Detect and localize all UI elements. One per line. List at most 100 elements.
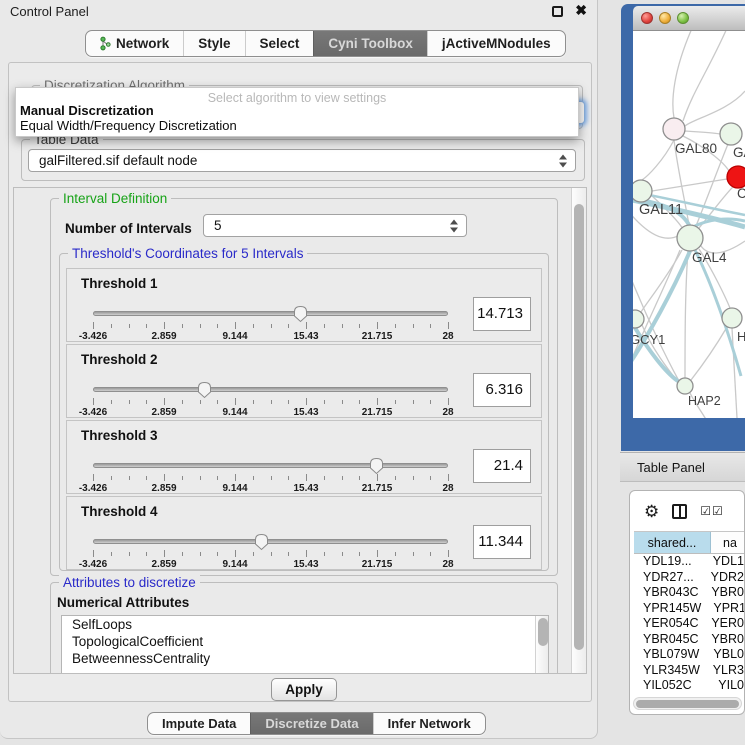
network-nodes[interactable]: GAL80GACGAL11GAL4GCY1HHAP2	[633, 118, 745, 408]
network-node[interactable]	[720, 123, 742, 145]
table-row[interactable]: YER054CYER0	[634, 616, 744, 632]
network-canvas[interactable]: GAL80GACGAL11GAL4GCY1HHAP2	[633, 31, 745, 418]
interval-definition-group: Interval Definition Number of Intervals …	[50, 198, 558, 576]
numerical-attributes-list[interactable]: SelfLoopsTopologicalCoefficientBetweenne…	[61, 615, 549, 674]
control-panel-tabbar: NetworkStyleSelectCyni ToolboxjActiveMNo…	[85, 30, 566, 57]
slider-thumb[interactable]	[254, 533, 269, 551]
table-row[interactable]: YLR345WYLR3	[634, 663, 744, 679]
network-graph: GAL80GACGAL11GAL4GCY1HHAP2	[633, 31, 745, 418]
table-row[interactable]: YIL052CYIL0	[634, 678, 744, 694]
interval-group-title: Interval Definition	[59, 191, 171, 206]
slider-track[interactable]	[93, 463, 448, 468]
gear-icon[interactable]: ⚙	[644, 503, 659, 520]
threshold-value-box[interactable]: 14.713	[473, 297, 531, 331]
threshold-slider[interactable]: -3.4262.8599.14415.4321.71528	[93, 533, 451, 571]
attributes-list-scrollbar[interactable]	[535, 616, 548, 674]
threshold-slider[interactable]: -3.4262.8599.14415.4321.71528	[93, 305, 451, 343]
dropdown-hint: Select algorithm to view settings	[16, 88, 578, 103]
scrollbar-thumb[interactable]	[538, 618, 548, 646]
node-label: GCY1	[633, 332, 665, 347]
tab-jactivemnodules[interactable]: jActiveMNodules	[427, 31, 565, 56]
slider-thumb[interactable]	[197, 381, 212, 399]
close-panel-icon[interactable]: ✖	[575, 2, 587, 19]
scrollbar-thumb[interactable]	[636, 700, 739, 708]
table-row[interactable]: YPR145WYPR1	[634, 601, 744, 617]
slider-thumb[interactable]	[369, 457, 384, 475]
tab-infer-network[interactable]: Infer Network	[373, 713, 485, 734]
table-panel-title: Table Panel	[637, 460, 705, 475]
threshold-value-box[interactable]: 11.344	[473, 525, 531, 559]
network-node[interactable]	[677, 378, 693, 394]
slider-ticks	[93, 322, 448, 330]
threshold-value-box[interactable]: 6.316	[473, 373, 531, 407]
minimize-traffic-light-icon[interactable]	[659, 12, 671, 24]
number-of-intervals-value: 5	[214, 218, 222, 233]
slider-thumb[interactable]	[293, 305, 308, 323]
split-columns-icon[interactable]	[672, 504, 687, 519]
network-node[interactable]	[727, 166, 745, 188]
table-data-combobox[interactable]: galFiltered.sif default node	[28, 149, 576, 172]
threshold-slider[interactable]: -3.4262.8599.14415.4321.71528	[93, 381, 451, 419]
slider-tick-labels: -3.4262.8599.14415.4321.71528	[93, 559, 448, 571]
threshold-box: Threshold 1-3.4262.8599.14415.4321.71528…	[66, 268, 542, 342]
apply-button[interactable]: Apply	[271, 678, 337, 701]
slider-track[interactable]	[93, 539, 448, 544]
tab-cyni-toolbox[interactable]: Cyni Toolbox	[313, 31, 427, 56]
table-panel-card: ⚙ ☑☑ shared... na YDL19...YDL1YDR27...YD…	[629, 490, 745, 715]
node-label: GAL4	[692, 250, 727, 265]
table-row[interactable]: YBR043CYBR0	[634, 585, 744, 601]
combo-arrows-icon	[559, 154, 568, 167]
close-traffic-light-icon[interactable]	[641, 12, 653, 24]
tab-select[interactable]: Select	[245, 31, 314, 56]
network-window-titlebar[interactable]	[633, 6, 745, 31]
dropdown-option-manual[interactable]: Manual Discretization	[16, 103, 578, 118]
numerical-attributes-label: Numerical Attributes	[57, 595, 189, 610]
table-header-row: shared... na	[634, 531, 744, 554]
attribute-list-item[interactable]: SelfLoops	[62, 617, 548, 633]
node-label: GA	[733, 145, 745, 160]
control-panel-titlebar: Control Panel ✖	[0, 0, 597, 22]
slider-tick-labels: -3.4262.8599.14415.4321.71528	[93, 483, 448, 495]
table-row[interactable]: YDL19...YDL1	[634, 554, 744, 570]
cyni-toolbox-panel: Discretization Algorithm Select algorith…	[8, 62, 592, 702]
float-panel-icon[interactable]	[552, 6, 563, 17]
column-header-shared-name[interactable]: shared...	[634, 532, 711, 553]
network-node[interactable]	[663, 118, 685, 140]
number-of-intervals-spinner[interactable]: 5	[203, 214, 467, 237]
table-row[interactable]: YBR045CYBR0	[634, 632, 744, 648]
column-header-name[interactable]: na	[711, 532, 744, 553]
threshold-box: Threshold 4 -3.4262.8599.14415.4321.71528…	[66, 496, 542, 570]
tab-network[interactable]: Network	[86, 31, 183, 56]
threshold-value-box[interactable]: 21.4	[473, 449, 531, 483]
table-horizontal-scrollbar[interactable]	[633, 697, 742, 710]
slider-track[interactable]	[93, 387, 448, 392]
table-panel-toolbar: ⚙ ☑☑	[630, 491, 744, 531]
attribute-list-item[interactable]: TopologicalCoefficient	[62, 634, 548, 650]
table-row[interactable]: YDR27...YDR2	[634, 570, 744, 586]
control-panel-window: Control Panel ✖ NetworkStyleSelectCyni T…	[0, 0, 598, 739]
threshold-label: Threshold 2	[81, 352, 158, 367]
network-node[interactable]	[722, 308, 742, 328]
dropdown-option-equal-width[interactable]: Equal Width/Frequency Discretization	[16, 118, 578, 133]
slider-track[interactable]	[93, 311, 448, 316]
threshold-box: Threshold 3-3.4262.8599.14415.4321.71528…	[66, 420, 542, 494]
algorithm-dropdown-popup: Select algorithm to view settings Manual…	[15, 87, 579, 137]
settings-vertical-scrollbar[interactable]	[571, 188, 586, 673]
zoom-traffic-light-icon[interactable]	[677, 12, 689, 24]
tab-discretize-data[interactable]: Discretize Data	[250, 713, 372, 734]
network-node[interactable]	[677, 225, 703, 251]
application-root: Control Panel ✖ NetworkStyleSelectCyni T…	[0, 0, 745, 745]
tab-impute-data[interactable]: Impute Data	[148, 713, 250, 734]
network-node[interactable]	[633, 180, 652, 202]
scrollbar-thumb[interactable]	[574, 204, 584, 650]
table-row[interactable]: YBL079WYBL0	[634, 647, 744, 663]
attribute-list-item[interactable]: BetweennessCentrality	[62, 651, 548, 667]
attributes-group: Attributes to discretize Numerical Attri…	[50, 582, 558, 674]
tab-style[interactable]: Style	[183, 31, 244, 56]
threshold-slider[interactable]: -3.4262.8599.14415.4321.71528	[93, 457, 451, 495]
slider-ticks	[93, 550, 448, 558]
checkbox-icons[interactable]: ☑☑	[700, 504, 724, 518]
spinner-arrows-icon	[450, 219, 459, 232]
thresholds-group-title: Threshold's Coordinates for 5 Intervals	[68, 246, 307, 261]
threshold-label: Threshold 4	[81, 504, 158, 519]
